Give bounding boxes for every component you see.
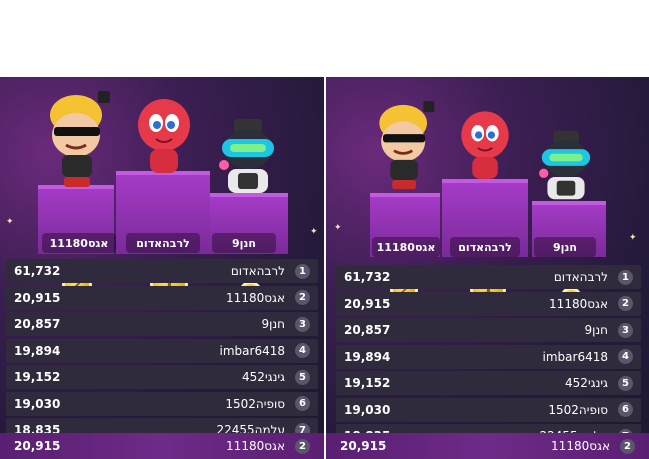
row-name: imbar6418 xyxy=(542,349,608,364)
table-row[interactable]: 61,732 לרבהאדום 1 xyxy=(336,265,641,289)
leaderboard-list: 61,732 לרבהאדום 1 20,915 אגס11180 2 20,857… xyxy=(6,259,318,445)
podium-name-third: חנן9 xyxy=(534,237,596,257)
row-rank: 5 xyxy=(618,375,633,391)
row-name: חנן9 xyxy=(261,317,285,331)
current-user-score: 20,915 xyxy=(14,439,61,453)
row-score: 19,030 xyxy=(14,396,61,411)
row-name: חנן9 xyxy=(584,323,608,337)
row-rank: 1 xyxy=(618,269,633,285)
row-score: 19,894 xyxy=(14,343,61,358)
row-rank: 4 xyxy=(618,349,633,364)
avatar-third-icon xyxy=(219,119,274,193)
current-user-row[interactable]: 20,915 אגס11180 2 xyxy=(0,433,324,459)
row-score: 20,915 xyxy=(344,296,391,311)
row-name: אגס11180 xyxy=(226,290,285,305)
sparkle-icon: ✦ xyxy=(629,233,637,243)
current-user-score: 20,915 xyxy=(340,439,387,453)
row-rank: 1 xyxy=(295,263,310,279)
leaderboard-list: 61,732 לרבהאדום 1 20,915 אגס11180 2 20,857… xyxy=(336,265,641,451)
avatar-second-icon xyxy=(50,91,110,187)
podium-name-first: לרבהאדום xyxy=(450,237,520,257)
current-user-name: אגס11180 xyxy=(226,439,285,453)
row-score: 61,732 xyxy=(344,270,391,284)
sparkle-icon: ✦ xyxy=(6,217,14,227)
row-rank: 2 xyxy=(295,290,310,305)
row-name: לרבהאדום xyxy=(553,270,608,284)
row-score: 19,152 xyxy=(14,370,61,384)
table-row[interactable]: 61,732 לרבהאדום 1 xyxy=(6,259,318,283)
avatar-first-icon xyxy=(461,111,509,179)
row-name: סופיה1502 xyxy=(225,396,285,411)
current-user-rank: 2 xyxy=(295,438,310,454)
table-row[interactable]: 19,030 סופיה1502 6 xyxy=(6,391,318,416)
table-row[interactable]: 19,030 סופיה1502 6 xyxy=(336,397,641,422)
podium-name-second: אגס11180 xyxy=(42,233,116,253)
table-row[interactable]: 20,857 חנן9 3 xyxy=(6,312,318,336)
leaderboard-panel-right: ✦ ✦ 2 אגס11180 1 לרבהאדום חנן9 61,732 לר… xyxy=(326,77,649,459)
row-score: 20,857 xyxy=(14,317,61,331)
row-rank: 2 xyxy=(618,296,633,311)
row-score: 19,030 xyxy=(344,402,391,417)
table-row[interactable]: 20,915 אגס11180 2 xyxy=(6,285,318,310)
row-name: imbar6418 xyxy=(219,343,285,358)
row-score: 20,857 xyxy=(344,323,391,337)
row-score: 20,915 xyxy=(14,290,61,305)
sparkle-icon: ✦ xyxy=(334,223,342,233)
table-row[interactable]: 20,857 חנן9 3 xyxy=(336,318,641,342)
row-score: 61,732 xyxy=(14,264,61,278)
podium: ✦ ✦ 2 אגס11180 1 לרבהאדום xyxy=(0,77,324,304)
row-rank: 6 xyxy=(618,402,633,417)
avatar-second-icon xyxy=(379,101,435,190)
podium-name-third: חנן9 xyxy=(212,233,276,253)
avatar-first-icon xyxy=(138,99,190,173)
table-row[interactable]: 19,894 imbar6418 4 xyxy=(336,344,641,369)
row-name: לרבהאדום xyxy=(230,264,285,278)
row-name: סופיה1502 xyxy=(548,402,608,417)
podium: ✦ ✦ 2 אגס11180 1 לרבהאדום xyxy=(326,77,649,309)
row-name: גינגי452 xyxy=(242,370,285,384)
table-row[interactable]: 19,152 גינגי452 5 xyxy=(6,365,318,389)
current-user-rank: 2 xyxy=(620,438,635,454)
sparkle-icon: ✦ xyxy=(310,227,318,237)
row-name: אגס11180 xyxy=(549,296,608,311)
row-score: 19,152 xyxy=(344,376,391,390)
avatar-third-icon xyxy=(539,130,591,200)
row-rank: 3 xyxy=(295,316,310,332)
current-user-row[interactable]: 20,915 אגס11180 2 xyxy=(326,433,649,459)
row-rank: 5 xyxy=(295,369,310,385)
row-rank: 3 xyxy=(618,322,633,338)
row-score: 19,894 xyxy=(344,349,391,364)
table-row[interactable]: 20,915 אגס11180 2 xyxy=(336,291,641,316)
table-row[interactable]: 19,152 גינגי452 5 xyxy=(336,371,641,395)
current-user-name: אגס11180 xyxy=(551,439,610,453)
podium-name-second: אגס11180 xyxy=(372,237,440,257)
podium-name-first: לרבהאדום xyxy=(126,233,200,253)
row-name: גינגי452 xyxy=(565,376,608,390)
row-rank: 6 xyxy=(295,396,310,411)
table-row[interactable]: 19,894 imbar6418 4 xyxy=(6,338,318,363)
row-rank: 4 xyxy=(295,343,310,358)
leaderboard-panel-left: ✦ ✦ 2 אגס11180 1 לרבהאדום xyxy=(0,77,324,459)
